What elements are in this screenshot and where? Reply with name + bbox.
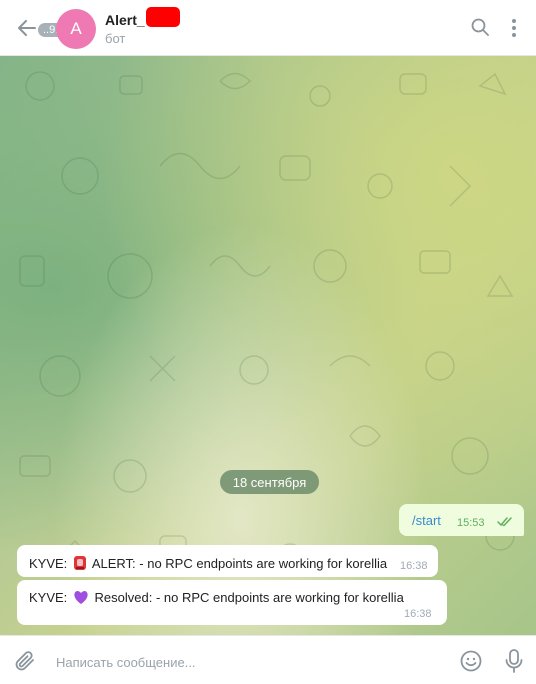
message-composer	[0, 635, 536, 684]
incoming-message[interactable]: KYVE: Resolved: - no RPC endpoints are w…	[17, 580, 447, 625]
chat-title-block[interactable]: Alert_	[105, 7, 180, 31]
back-arrow-icon	[18, 20, 36, 36]
message-body: KYVE: ALERT: - no RPC endpoints are work…	[29, 555, 387, 571]
message-text: ALERT: - no RPC endpoints are working fo…	[91, 556, 388, 571]
redaction-block	[145, 7, 180, 27]
message-time: 16:38	[404, 608, 432, 620]
avatar[interactable]: A	[56, 9, 96, 49]
microphone-icon[interactable]	[505, 649, 523, 673]
chat-title: Alert_	[105, 12, 145, 29]
more-vertical-icon[interactable]	[510, 18, 518, 38]
search-icon[interactable]	[471, 18, 489, 36]
rotating-light-emoji-icon	[73, 556, 86, 570]
paperclip-icon[interactable]	[14, 650, 36, 672]
message-time: 15:53	[457, 517, 485, 529]
date-separator: 18 сентября	[220, 470, 319, 494]
command-link[interactable]: /start	[412, 513, 441, 528]
chat-subtitle: бот	[105, 31, 126, 46]
message-prefix: KYVE:	[29, 590, 68, 605]
telegram-chat-window: ..91 A Alert_ бот	[0, 0, 536, 684]
back-button[interactable]: ..91	[14, 14, 67, 40]
message-text: Resolved: - no RPC endpoints are working…	[94, 590, 404, 605]
read-ticks-icon	[497, 517, 512, 527]
message-time: 16:38	[400, 560, 428, 572]
outgoing-message[interactable]: /start 15:53	[399, 504, 524, 536]
message-body: KYVE: Resolved: - no RPC endpoints are w…	[29, 590, 404, 605]
message-input[interactable]	[54, 650, 438, 674]
message-prefix: KYVE:	[29, 556, 68, 571]
chat-header: ..91 A Alert_ бот	[0, 0, 536, 56]
purple-heart-emoji-icon	[74, 591, 88, 604]
incoming-message[interactable]: KYVE: ALERT: - no RPC endpoints are work…	[17, 545, 438, 577]
message-list[interactable]: 18 сентября /start 15:53 KYVE: ALERT: - …	[0, 56, 536, 635]
smiley-icon[interactable]	[460, 650, 482, 672]
